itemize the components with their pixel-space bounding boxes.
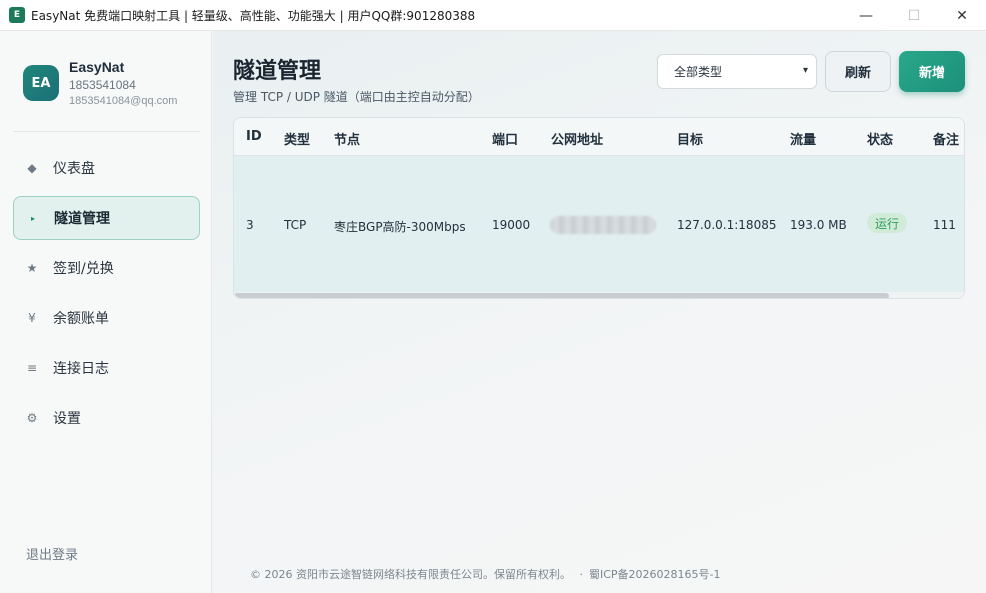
column-header-traffic: 流量: [790, 133, 817, 148]
user-profile: EA EasyNat 1853541084 1853541084@qq.com: [23, 59, 177, 107]
gear-icon: ⚙: [26, 411, 38, 425]
page-subtitle: 管理 TCP / UDP 隧道（端口由主控自动分配）: [233, 90, 480, 104]
column-header-note: 备注: [933, 133, 960, 148]
sidebar: EA EasyNat 1853541084 1853541084@qq.com …: [0, 31, 212, 593]
sidebar-divider: [13, 131, 200, 132]
minimize-button[interactable]: —: [842, 0, 890, 31]
maximize-button[interactable]: ☐: [890, 0, 938, 31]
sidebar-item-label: 隧道管理: [54, 211, 110, 227]
yen-icon: ¥: [28, 311, 36, 325]
sidebar-item-label: 余额账单: [53, 311, 109, 327]
main-content: 隧道管理 管理 TCP / UDP 隧道（端口由主控自动分配） 全部类型 ▾ 刷…: [213, 31, 986, 593]
sidebar-nav: ◆ 仪表盘 ▸ 隧道管理 ★ 签到/兑换 ¥ 余额账单 ≡ 连接日志 ⚙ 设置: [13, 146, 200, 446]
profile-name: EasyNat: [69, 59, 125, 75]
refresh-button[interactable]: 刷新: [825, 51, 891, 92]
table-row[interactable]: 3 TCP 枣庄BGP高防-300Mbps 19000 127.0.0.1:18…: [234, 156, 964, 292]
page-title: 隧道管理: [233, 59, 322, 84]
sidebar-item-checkin[interactable]: ★ 签到/兑换: [13, 246, 200, 290]
cell-node: 枣庄BGP高防-300Mbps: [334, 220, 466, 234]
sidebar-item-logs[interactable]: ≡ 连接日志: [13, 346, 200, 390]
table-header: ID 类型 节点 端口 公网地址 目标 流量 状态 备注: [234, 118, 964, 156]
sidebar-item-billing[interactable]: ¥ 余额账单: [13, 296, 200, 340]
cell-note: 111: [933, 218, 956, 232]
profile-email: 1853541084@qq.com: [69, 95, 178, 107]
profile-id: 1853541084: [69, 78, 136, 92]
profile-info: EasyNat 1853541084 1853541084@qq.com: [69, 59, 177, 107]
list-icon: ≡: [26, 361, 38, 375]
column-header-type: 类型: [284, 133, 311, 148]
column-header-node: 节点: [334, 133, 361, 148]
avatar: EA: [23, 65, 59, 101]
add-tunnel-button[interactable]: 新增: [899, 51, 965, 92]
diamond-icon: ◆: [27, 161, 37, 175]
sidebar-item-label: 签到/兑换: [53, 261, 114, 277]
chevron-down-icon: ▾: [802, 65, 808, 76]
cell-id: 3: [246, 218, 254, 232]
status-badge: 运行: [867, 213, 908, 233]
footer-separator: ·: [579, 568, 584, 581]
column-header-public-address: 公网地址: [551, 133, 604, 148]
cell-traffic: 193.0 MB: [790, 218, 847, 232]
sidebar-item-label: 连接日志: [53, 361, 109, 377]
cell-public-address-redacted: [550, 216, 656, 234]
type-filter-select[interactable]: 全部类型 ▾: [657, 54, 817, 89]
footer-copyright: © 2026 资阳市云途智链网络科技有限责任公司。保留所有权利。: [250, 568, 566, 581]
app-logo-icon: E: [9, 7, 25, 23]
sidebar-item-label: 仪表盘: [53, 161, 95, 177]
logout-link[interactable]: 退出登录: [26, 544, 78, 563]
type-filter-value: 全部类型: [674, 65, 723, 79]
column-header-port: 端口: [492, 133, 519, 148]
window-title: EasyNat 免费端口映射工具 | 轻量级、高性能、功能强大 | 用户QQ群:…: [31, 8, 476, 23]
sidebar-item-dashboard[interactable]: ◆ 仪表盘: [13, 146, 200, 190]
title-bar: E EasyNat 免费端口映射工具 | 轻量级、高性能、功能强大 | 用户QQ…: [0, 0, 986, 31]
cell-port: 19000: [492, 218, 531, 232]
sidebar-item-settings[interactable]: ⚙ 设置: [13, 396, 200, 440]
footer-icp[interactable]: 蜀ICP备2026028165号-1: [589, 568, 721, 581]
scrollbar-thumb[interactable]: [234, 293, 889, 298]
horizontal-scrollbar[interactable]: [234, 292, 964, 298]
close-button[interactable]: ✕: [938, 0, 986, 31]
footer: © 2026 资阳市云途智链网络科技有限责任公司。保留所有权利。 · 蜀ICP备20…: [250, 566, 721, 582]
play-icon: ▸: [30, 213, 35, 223]
sidebar-item-tunnels[interactable]: ▸ 隧道管理: [13, 196, 200, 240]
star-icon: ★: [26, 261, 38, 275]
window-controls: — ☐ ✕: [842, 0, 986, 31]
tunnel-table: ID 类型 节点 端口 公网地址 目标 流量 状态 备注 3 TCP 枣庄BGP…: [233, 117, 965, 299]
column-header-target: 目标: [677, 133, 704, 148]
column-header-status: 状态: [867, 133, 894, 148]
sidebar-item-label: 设置: [53, 411, 81, 427]
cell-type: TCP: [284, 218, 307, 232]
cell-target: 127.0.0.1:18085: [677, 218, 777, 232]
column-header-id: ID: [246, 129, 262, 144]
